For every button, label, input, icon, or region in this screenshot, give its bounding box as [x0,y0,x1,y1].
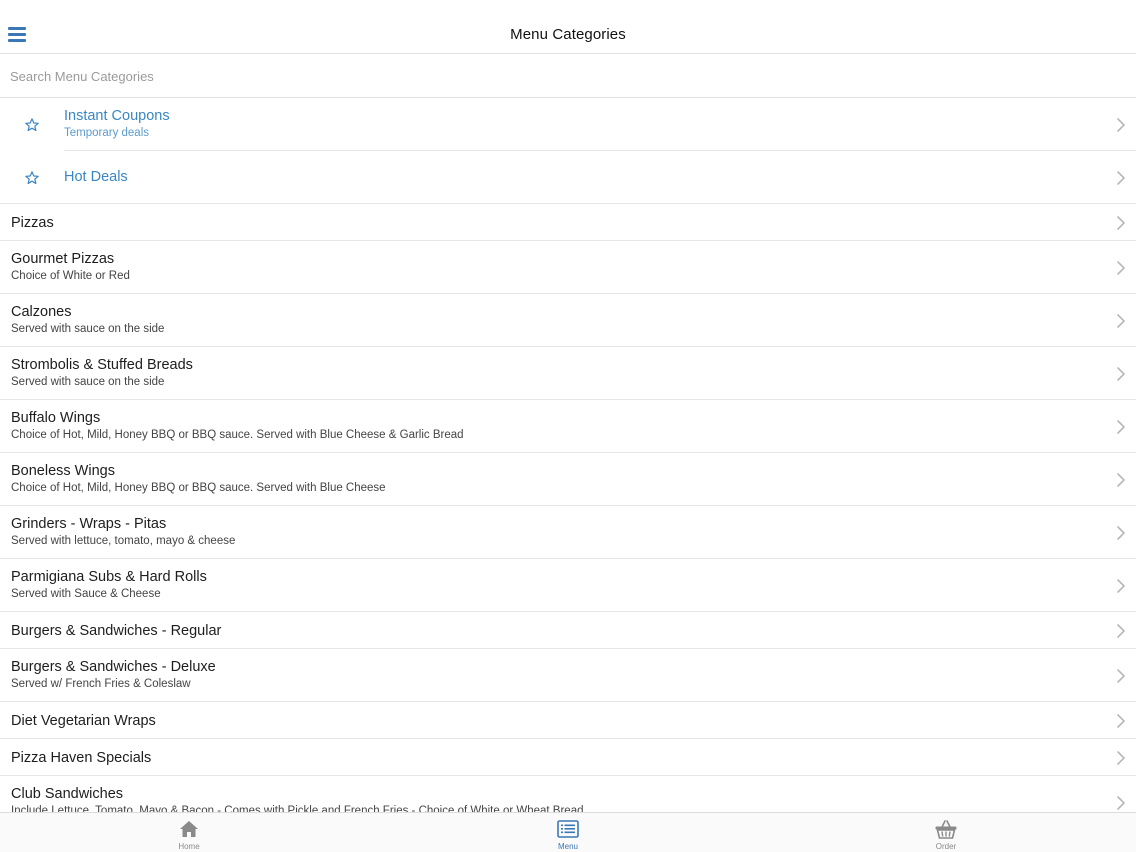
category-item[interactable]: Parmigiana Subs & Hard Rolls Served with … [0,559,1136,612]
tab-menu[interactable]: Menu [508,813,628,852]
item-subtitle: Served w/ French Fries & Coleslaw [11,678,191,690]
bottom-tab-bar: Home Menu Order [0,812,1136,852]
category-item[interactable]: Diet Vegetarian Wraps [0,702,1136,739]
item-title: Strombolis & Stuffed Breads [11,357,193,373]
app-root: Menu Categories Instant Coupons Temporary… [0,0,1136,852]
chevron-right-icon [1116,170,1126,185]
item-title: Instant Coupons [64,108,170,124]
chevron-right-icon [1116,366,1126,381]
item-title: Gourmet Pizzas [11,251,115,267]
item-subtitle: Served with sauce on the side [11,323,165,335]
tab-order-label: Order [935,842,957,851]
item-title: Burgers & Sandwiches - Regular [11,623,222,639]
star-outline-icon[interactable] [24,117,40,133]
category-item[interactable]: Strombolis & Stuffed Breads Served with s… [0,347,1136,400]
tab-home[interactable]: Home [129,813,249,852]
category-item[interactable]: Burgers & Sandwiches - Regular [0,612,1136,649]
chevron-right-icon [1116,750,1126,765]
chevron-right-icon [1116,623,1126,638]
category-item[interactable]: Burgers & Sandwiches - Deluxe Served w/ F… [0,649,1136,702]
basket-icon [935,820,957,839]
page-title: Menu Categories [510,26,626,43]
category-item[interactable]: Pizzas [0,204,1136,241]
item-title: Hot Deals [64,169,128,185]
favorite-item[interactable]: Instant Coupons Temporary deals [0,98,1136,151]
chevron-right-icon [1116,525,1126,540]
item-title: Pizza Haven Specials [11,750,152,766]
item-title: Diet Vegetarian Wraps [11,713,156,729]
home-icon [180,821,198,837]
item-title: Pizzas [11,215,54,231]
chevron-right-icon [1116,668,1126,683]
item-title: Grinders - Wraps - Pitas [11,516,167,532]
tab-order[interactable]: Order [886,813,1006,852]
chevron-right-icon [1116,795,1126,810]
item-subtitle: Choice of Hot, Mild, Honey BBQ or BBQ sa… [11,482,386,494]
category-item[interactable]: Buffalo Wings Choice of Hot, Mild, Honey … [0,400,1136,453]
tab-menu-label: Menu [557,842,578,851]
star-outline-icon[interactable] [24,170,40,186]
chevron-right-icon [1116,215,1126,230]
item-title: Boneless Wings [11,463,115,479]
item-subtitle: Include Lettuce, Tomato, Mayo & Bacon - … [11,805,584,812]
search-bar [0,54,1136,98]
chevron-right-icon [1116,313,1126,328]
category-item[interactable]: Gourmet Pizzas Choice of White or Red [0,241,1136,294]
chevron-right-icon [1116,117,1126,132]
search-input[interactable] [10,64,1120,88]
category-item[interactable]: Calzones Served with sauce on the side [0,294,1136,347]
item-subtitle: Served with sauce on the side [11,376,165,388]
item-title: Buffalo Wings [11,410,101,426]
chevron-right-icon [1116,472,1126,487]
top-bar: Menu Categories [0,0,1136,54]
category-item[interactable]: Boneless Wings Choice of Hot, Mild, Honey… [0,453,1136,506]
category-item[interactable]: Club Sandwiches Include Lettuce, Tomato, … [0,776,1136,812]
chevron-right-icon [1116,419,1126,434]
item-subtitle: Served with lettuce, tomato, mayo & chee… [11,535,236,547]
tab-home-label: Home [178,842,200,851]
menu-list-icon [557,820,579,838]
chevron-right-icon [1116,260,1126,275]
item-subtitle: Served with Sauce & Cheese [11,588,161,600]
item-title: Club Sandwiches [11,786,124,802]
item-subtitle: Temporary deals [64,127,150,139]
item-title: Parmigiana Subs & Hard Rolls [11,569,207,585]
chevron-right-icon [1116,578,1126,593]
category-item[interactable]: Grinders - Wraps - Pitas Served with lett… [0,506,1136,559]
item-title: Burgers & Sandwiches - Deluxe [11,659,216,675]
category-item[interactable]: Pizza Haven Specials [0,739,1136,776]
category-list: Instant Coupons Temporary deals Hot Deals P… [0,98,1136,812]
item-subtitle: Choice of Hot, Mild, Honey BBQ or BBQ sa… [11,429,464,441]
item-title: Calzones [11,304,72,320]
favorite-item[interactable]: Hot Deals [0,151,1136,204]
item-subtitle: Choice of White or Red [11,270,130,282]
chevron-right-icon [1116,713,1126,728]
